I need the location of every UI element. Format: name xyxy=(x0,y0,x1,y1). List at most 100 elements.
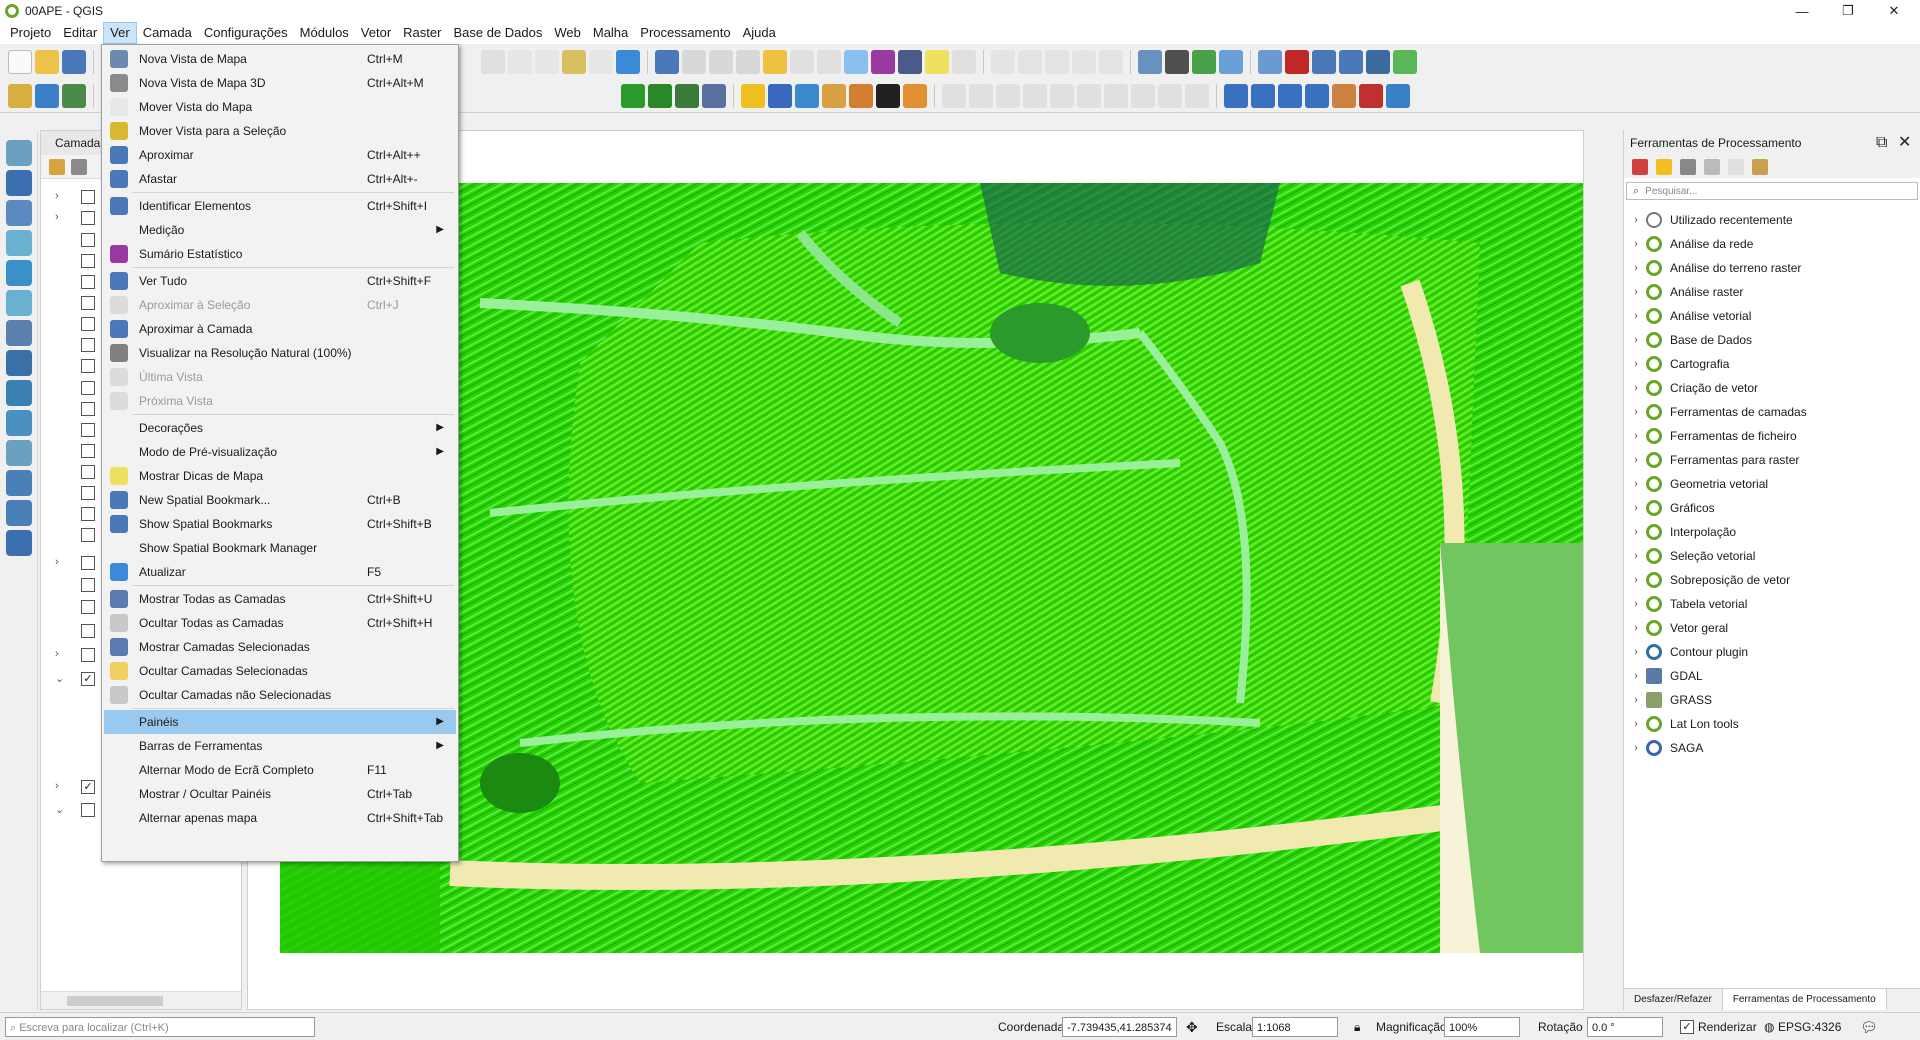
circle-tool-icon[interactable] xyxy=(1278,83,1302,108)
toolbox-item[interactable]: › Gráficos xyxy=(1624,496,1919,520)
coordinate-field[interactable]: -7.739435,41.285374 xyxy=(1062,1017,1177,1037)
expand-arrow-icon[interactable]: › xyxy=(55,190,59,202)
data-source-manager-icon[interactable] xyxy=(8,83,32,108)
expand-arrow-icon[interactable]: › xyxy=(1626,670,1646,682)
menu-item-ocultar-todas-as-camadas[interactable]: Ocultar Todas as Camadas Ctrl+Shift+H xyxy=(104,611,456,635)
layer-visibility-checkbox[interactable] xyxy=(81,600,95,614)
db-manager-icon[interactable] xyxy=(702,83,726,108)
toolbox-item[interactable]: › GDAL xyxy=(1624,664,1919,688)
zoom-layer-icon[interactable] xyxy=(535,50,559,74)
menu-item-paineis[interactable]: Painéis ▶ xyxy=(104,710,456,734)
expand-arrow-icon[interactable]: › xyxy=(55,211,59,223)
zoom-native-icon[interactable] xyxy=(481,50,505,74)
menu-item-new-spatial-bookmark[interactable]: New Spatial Bookmark... Ctrl+B xyxy=(104,488,456,512)
layer-visibility-checkbox[interactable] xyxy=(81,578,95,592)
toolbox-item[interactable]: › Análise raster xyxy=(1624,280,1919,304)
layer-visibility-checkbox[interactable] xyxy=(81,254,95,268)
expand-arrow-icon[interactable]: › xyxy=(1626,478,1646,490)
expand-arrow-icon[interactable]: › xyxy=(1626,286,1646,298)
marker-icon[interactable] xyxy=(849,83,873,108)
layer-visibility-checkbox[interactable] xyxy=(81,233,95,247)
expand-arrow-icon[interactable]: › xyxy=(1626,238,1646,250)
new-layer-icon[interactable] xyxy=(62,83,86,108)
zoom-full-tool-icon[interactable] xyxy=(1393,50,1417,74)
add-mesh-layer-icon[interactable] xyxy=(6,200,32,226)
expand-arrow-icon[interactable]: › xyxy=(1626,430,1646,442)
crs-label[interactable]: EPSG:4326 xyxy=(1778,1017,1841,1037)
toolbox-item[interactable]: › Cartografia xyxy=(1624,352,1919,376)
layer-visibility-checkbox[interactable] xyxy=(81,359,95,373)
layer-visibility-checkbox[interactable] xyxy=(81,275,95,289)
label-tool-icon[interactable] xyxy=(1158,83,1182,108)
toolbox-item[interactable]: › Criação de vetor xyxy=(1624,376,1919,400)
expand-arrow-icon[interactable]: › xyxy=(1626,358,1646,370)
scripts-icon[interactable] xyxy=(1656,159,1672,175)
tab-undo-redo[interactable]: Desfazer/Refazer xyxy=(1624,989,1722,1010)
menu-raster[interactable]: Raster xyxy=(397,22,447,44)
field-calculator-icon[interactable] xyxy=(817,50,841,74)
open-project-icon[interactable] xyxy=(35,50,59,74)
add-delimited-text-icon[interactable] xyxy=(6,230,32,256)
expand-arrow-icon[interactable]: › xyxy=(1626,310,1646,322)
layer-visibility-checkbox[interactable] xyxy=(81,317,95,331)
toolbox-item[interactable]: › SAGA xyxy=(1624,736,1919,760)
add-wfs-layer-icon[interactable] xyxy=(6,410,32,436)
layer-visibility-checkbox[interactable] xyxy=(81,648,95,662)
toolbox-item[interactable]: › Utilizado recentemente xyxy=(1624,208,1919,232)
menu-item-alternar-apenas-mapa[interactable]: Alternar apenas mapa Ctrl+Shift+Tab xyxy=(104,806,456,830)
toolbox-item[interactable]: › Contour plugin xyxy=(1624,640,1919,664)
shape-digitize-icon[interactable] xyxy=(1251,83,1275,108)
digitize-line-icon[interactable] xyxy=(942,83,966,108)
add-wfs-icon[interactable] xyxy=(648,83,672,108)
toolbox-item[interactable]: › Sobreposição de vetor xyxy=(1624,568,1919,592)
menu-item-show-spatial-bookmarks[interactable]: Show Spatial Bookmarks Ctrl+Shift+B xyxy=(104,512,456,536)
layer-visibility-checkbox[interactable] xyxy=(81,402,95,416)
sigma-icon[interactable] xyxy=(871,50,895,74)
menu-web[interactable]: Web xyxy=(548,22,587,44)
toolbox-item[interactable]: › Base de Dados xyxy=(1624,328,1919,352)
crs-indicator-icon[interactable] xyxy=(1165,50,1189,74)
layer-visibility-checkbox[interactable] xyxy=(81,465,95,479)
add-postgis-icon[interactable] xyxy=(6,320,32,346)
expand-arrow-icon[interactable]: › xyxy=(1626,262,1646,274)
menu-item-identificar-elementos[interactable]: Identificar Elementos Ctrl+Shift+I xyxy=(104,194,456,218)
layer-visibility-checkbox[interactable] xyxy=(81,211,95,225)
measure-icon[interactable] xyxy=(898,50,922,74)
offset-curve-icon[interactable] xyxy=(1050,83,1074,108)
models-icon[interactable] xyxy=(1632,159,1648,175)
menu-item-decoracoes[interactable]: Decorações ▶ xyxy=(104,416,456,440)
toolbox-item[interactable]: › Geometria vetorial xyxy=(1624,472,1919,496)
crs-icon[interactable] xyxy=(1138,50,1162,74)
reshape-icon[interactable] xyxy=(1023,83,1047,108)
menu-item-aproximar[interactable]: Aproximar Ctrl+Alt++ xyxy=(104,143,456,167)
expand-arrow-icon[interactable]: › xyxy=(1626,214,1646,226)
action-icon[interactable] xyxy=(682,50,706,74)
settings-gear-icon[interactable] xyxy=(1332,83,1356,108)
layer-visibility-checkbox[interactable] xyxy=(81,338,95,352)
scrollbar-thumb[interactable] xyxy=(67,996,163,1006)
layer-visibility-checkbox[interactable] xyxy=(81,381,95,395)
layer-visibility-checkbox[interactable] xyxy=(81,486,95,500)
globe-icon[interactable] xyxy=(1366,50,1390,74)
toolbox-item[interactable]: › Vetor geral xyxy=(1624,616,1919,640)
menu-ver[interactable]: Ver xyxy=(103,22,137,44)
add-mesh-icon[interactable] xyxy=(675,83,699,108)
menu-item-atualizar[interactable]: Atualizar F5 xyxy=(104,560,456,584)
menu-malha[interactable]: Malha xyxy=(587,22,634,44)
layer-visibility-checkbox[interactable]: ✓ xyxy=(81,672,95,686)
lat-lon-icon[interactable] xyxy=(1386,83,1410,108)
qgis-plugin-icon[interactable] xyxy=(1192,50,1216,74)
layer-visibility-checkbox[interactable] xyxy=(81,556,95,570)
magnification-field[interactable]: 100% xyxy=(1444,1017,1520,1037)
add-vector-layer-icon[interactable] xyxy=(6,140,32,166)
profile-icon[interactable] xyxy=(822,83,846,108)
advanced-digitize-icon[interactable] xyxy=(996,83,1020,108)
results-icon[interactable] xyxy=(1704,159,1720,175)
layout-icon[interactable] xyxy=(1258,50,1282,74)
pin-label-icon[interactable] xyxy=(1185,83,1209,108)
expand-arrow-icon[interactable]: › xyxy=(1626,454,1646,466)
minimize-button[interactable]: — xyxy=(1780,0,1824,22)
layer-visibility-checkbox[interactable] xyxy=(81,803,95,817)
crs-globe-icon[interactable]: ◍ xyxy=(1764,1017,1774,1037)
menu-item-mover-vista-do-mapa[interactable]: Mover Vista do Mapa xyxy=(104,95,456,119)
